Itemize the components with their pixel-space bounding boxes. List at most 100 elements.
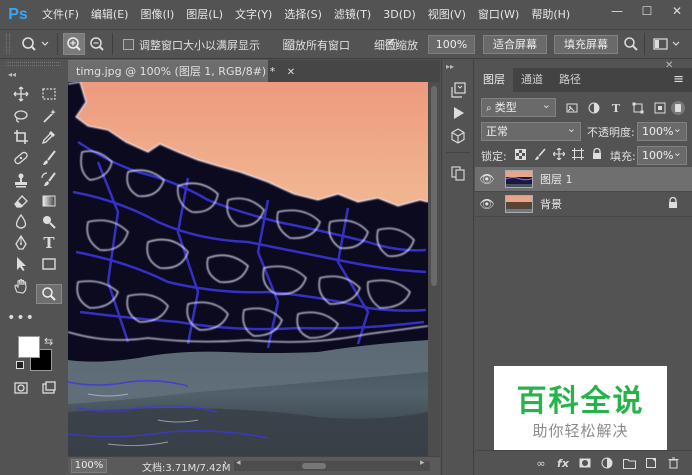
filter-type-icon[interactable]: T <box>605 98 627 118</box>
adjustment-layer-icon[interactable] <box>596 453 618 473</box>
screen-mode-button[interactable] <box>36 378 62 398</box>
clone-stamp-tool[interactable] <box>8 170 34 190</box>
zoom-out-button[interactable] <box>86 33 108 55</box>
menu-filter[interactable]: 滤镜(T) <box>328 0 377 29</box>
menu-edit[interactable]: 编辑(E) <box>85 0 135 29</box>
lock-pixels-icon[interactable] <box>530 144 549 164</box>
dock-collapse-icon[interactable]: ▸▸ <box>446 62 454 71</box>
layer-row-layer1[interactable]: 👁 图层 1 <box>475 167 692 192</box>
zoom-tool[interactable] <box>36 284 62 304</box>
history-panel-button[interactable] <box>447 80 469 100</box>
lock-transparent-icon[interactable] <box>511 144 530 164</box>
marquee-tool[interactable] <box>36 84 62 104</box>
resize-windows-checkbox[interactable] <box>123 39 134 50</box>
zoom-tool-preset-picker[interactable] <box>18 33 52 55</box>
filter-pixel-icon[interactable] <box>561 98 583 118</box>
document-canvas[interactable] <box>68 82 440 456</box>
fit-screen-button[interactable]: 适合屏幕 <box>483 35 547 54</box>
actions-panel-button[interactable] <box>447 103 469 123</box>
crop-tool[interactable] <box>8 127 34 147</box>
menu-select[interactable]: 选择(S) <box>278 0 328 29</box>
add-mask-icon[interactable] <box>574 453 596 473</box>
quick-mask-button[interactable] <box>8 378 34 398</box>
shape-tool[interactable] <box>36 254 62 274</box>
zoom-in-button[interactable] <box>63 33 85 55</box>
swap-colors-icon[interactable]: ⇆ <box>44 335 53 348</box>
gradient-tool[interactable] <box>36 191 62 211</box>
layer-filter-dropdown[interactable]: ⌕ 类型 <box>481 96 556 117</box>
blur-tool[interactable] <box>8 212 34 232</box>
zoom-percent-field[interactable]: 100% <box>428 35 475 54</box>
tab-paths[interactable]: 路径 <box>551 68 589 92</box>
filter-toggle[interactable] <box>671 101 685 115</box>
fill-field[interactable]: 100% <box>637 144 687 165</box>
new-layer-icon[interactable] <box>640 453 662 473</box>
filter-smart-object-icon[interactable] <box>649 98 671 118</box>
search-button[interactable] <box>620 33 642 55</box>
filter-adjustment-icon[interactable] <box>583 98 605 118</box>
fill-screen-button[interactable]: 填充屏幕 <box>554 35 618 54</box>
foreground-color-swatch[interactable] <box>18 336 40 358</box>
layer-row-background[interactable]: 👁 背景 <box>475 192 692 217</box>
path-selection-tool[interactable] <box>8 254 34 274</box>
lock-all-icon[interactable] <box>587 144 606 164</box>
layer-visibility-eye-icon[interactable]: 👁 <box>475 197 499 211</box>
tab-channels[interactable]: 通道 <box>513 68 551 92</box>
horizontal-scroll-thumb[interactable] <box>302 463 326 469</box>
lock-position-icon[interactable] <box>549 144 568 164</box>
move-tool[interactable] <box>8 84 34 104</box>
dodge-tool[interactable] <box>36 212 62 232</box>
workspace-switcher[interactable] <box>650 33 684 55</box>
status-menu-arrow-icon[interactable]: › <box>223 458 227 469</box>
tools-panel-grip[interactable] <box>6 62 61 66</box>
menu-view[interactable]: 视图(V) <box>422 0 472 29</box>
hand-tool[interactable] <box>8 276 34 296</box>
canvas-vertical-scrollbar[interactable] <box>428 82 440 456</box>
menu-3d[interactable]: 3D(D) <box>377 0 422 29</box>
horizontal-scrollbar[interactable]: ◂ ▸ <box>234 458 430 471</box>
layer-style-fx-button[interactable]: fx <box>552 453 574 473</box>
3d-panel-button[interactable] <box>447 126 469 146</box>
close-tab-icon[interactable]: ✕ <box>287 67 295 78</box>
layer-comps-panel-button[interactable] <box>447 163 469 183</box>
healing-brush-tool[interactable] <box>8 148 34 168</box>
menu-type[interactable]: 文字(Y) <box>229 0 278 29</box>
zoom-preset-icon <box>22 37 49 51</box>
lock-artboard-icon[interactable] <box>568 144 587 164</box>
menu-window[interactable]: 窗口(W) <box>472 0 525 29</box>
filter-shape-icon[interactable] <box>627 98 649 118</box>
collapse-icon[interactable]: ◂◂ <box>8 70 16 79</box>
layer-visibility-eye-icon[interactable]: 👁 <box>475 172 499 186</box>
type-tool[interactable]: T <box>36 233 62 253</box>
blend-mode-dropdown[interactable]: 正常 <box>481 120 581 141</box>
default-colors-icon[interactable] <box>16 361 24 369</box>
more-tools-button[interactable]: ••• <box>7 308 34 328</box>
menu-help[interactable]: 帮助(H) <box>525 0 576 29</box>
tab-layers[interactable]: 图层 <box>475 68 513 92</box>
status-zoom-field[interactable]: 100% <box>71 459 107 473</box>
close-window-button[interactable]: ✕ <box>662 0 692 22</box>
panel-menu-icon[interactable]: ≡ <box>665 68 692 92</box>
menu-image[interactable]: 图像(I) <box>134 0 180 29</box>
document-tab[interactable]: timg.jpg @ 100% (图层 1, RGB/8#) * ✕ <box>68 60 295 82</box>
photoshop-logo: Ps <box>8 5 28 23</box>
brush-tool[interactable] <box>36 148 62 168</box>
menu-file[interactable]: 文件(F) <box>36 0 85 29</box>
options-grip[interactable] <box>6 34 10 54</box>
delete-layer-trash-icon[interactable] <box>662 453 684 473</box>
maximize-button[interactable]: ☐ <box>632 0 662 22</box>
history-brush-tool[interactable] <box>36 170 62 190</box>
vertical-scroll-thumb[interactable] <box>431 86 437 286</box>
scroll-left-icon[interactable]: ◂ <box>236 458 241 468</box>
pen-tool[interactable] <box>8 233 34 253</box>
new-group-folder-icon[interactable] <box>618 453 640 473</box>
eraser-tool[interactable] <box>8 191 34 211</box>
magic-wand-tool[interactable] <box>36 106 62 126</box>
menu-layer[interactable]: 图层(L) <box>180 0 229 29</box>
eyedropper-tool[interactable] <box>36 127 62 147</box>
opacity-field[interactable]: 100% <box>637 120 687 141</box>
scroll-right-icon[interactable]: ▸ <box>420 458 425 468</box>
link-layers-icon[interactable]: ∞ <box>530 453 552 473</box>
minimize-button[interactable]: — <box>602 0 632 22</box>
lasso-tool[interactable] <box>8 106 34 126</box>
